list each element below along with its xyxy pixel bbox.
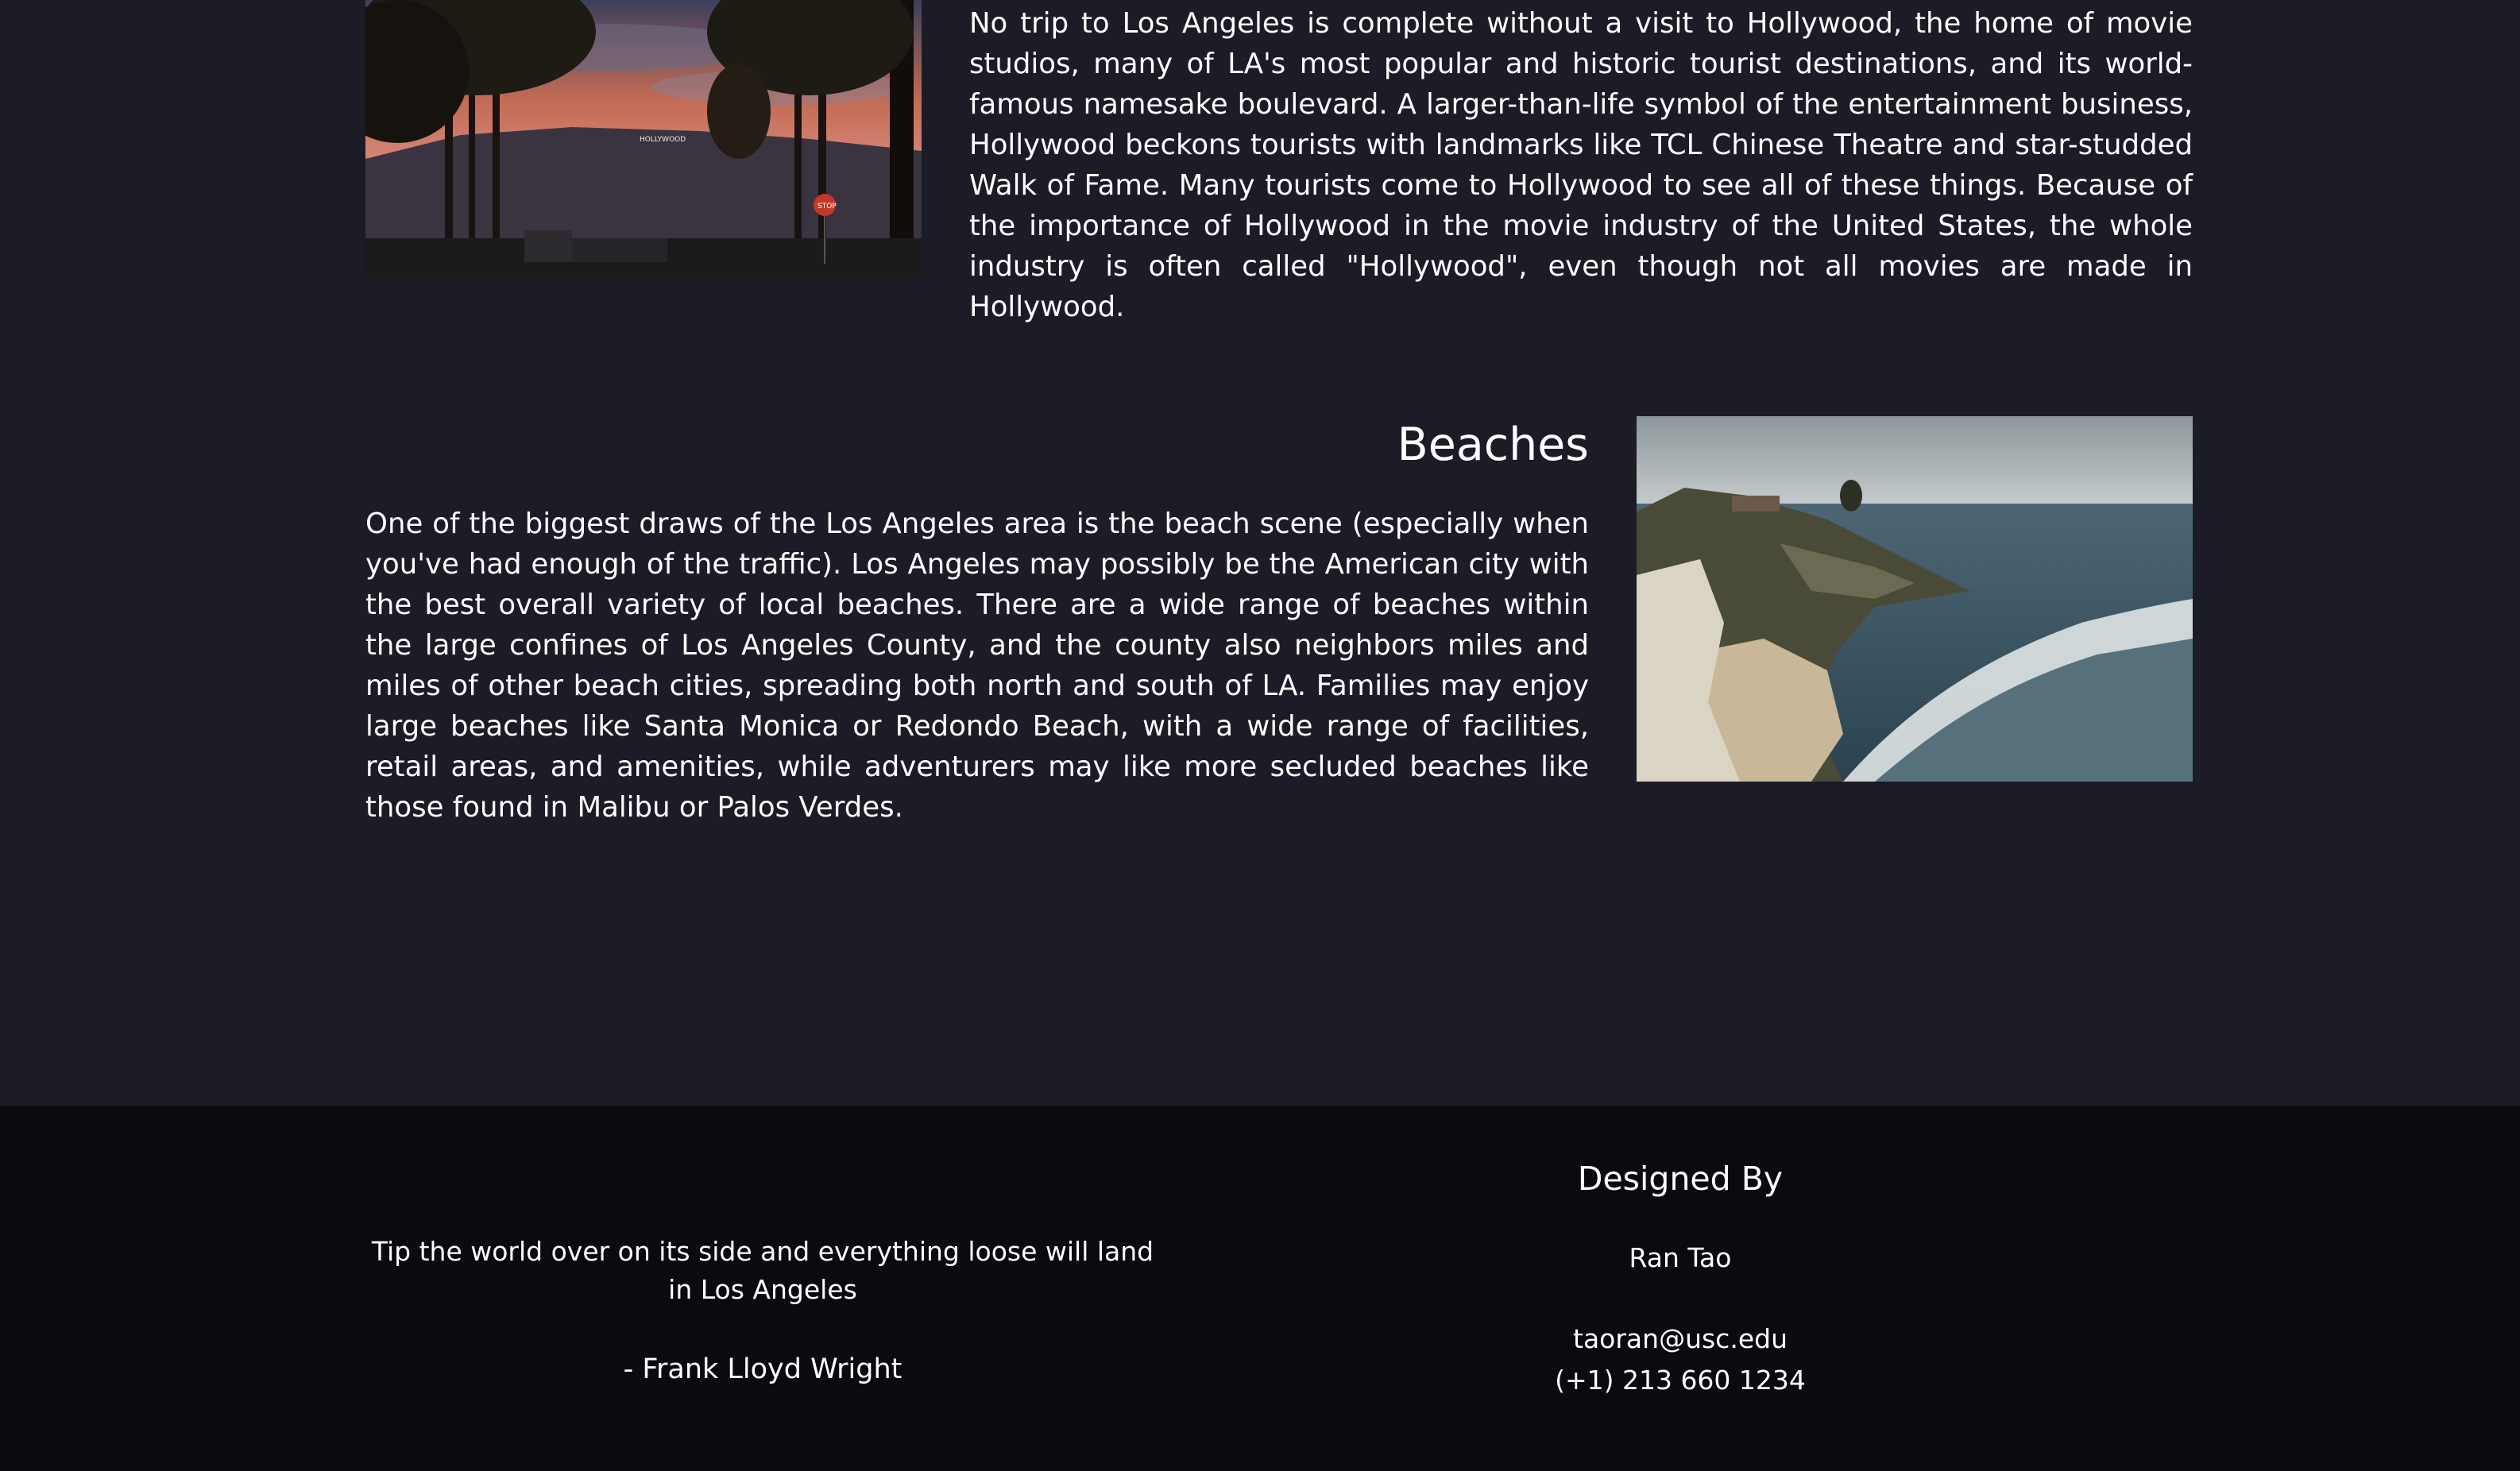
hollywood-photo-graphic: HOLLYWOOD STOP <box>365 0 922 280</box>
footer-quote-author: - Frank Lloyd Wright <box>623 1353 902 1385</box>
beach-photo-graphic <box>1637 416 2193 782</box>
designer-email[interactable]: taoran@usc.edu <box>1442 1318 1919 1360</box>
svg-text:STOP: STOP <box>817 203 837 210</box>
hollywood-photo: HOLLYWOOD STOP <box>365 0 922 280</box>
designer-name: Ran Tao <box>1629 1242 1732 1273</box>
designer-phone: (+1) 213 660 1234 <box>1555 1365 1806 1396</box>
hollywood-sign: HOLLYWOOD <box>640 136 686 144</box>
beach-photo <box>1637 416 2193 782</box>
footer-quote-block: Tip the world over on its side and every… <box>365 1233 1160 1388</box>
footer-quote: Tip the world over on its side and every… <box>371 1236 1154 1305</box>
footer: Tip the world over on its side and every… <box>0 1106 2520 1471</box>
footer-credits-block: Designed By Ran Tao taoran@usc.edu (+1) … <box>1442 1155 1919 1401</box>
beaches-heading: Beaches <box>1397 419 1589 471</box>
designed-by-heading: Designed By <box>1577 1160 1784 1198</box>
hollywood-description: No trip to Los Angeles is complete witho… <box>969 7 2193 323</box>
beaches-description: One of the biggest draws of the Los Ange… <box>365 508 1589 824</box>
main-content: HOLLYWOOD STOP No trip to Los Angeles is… <box>0 0 2510 1106</box>
